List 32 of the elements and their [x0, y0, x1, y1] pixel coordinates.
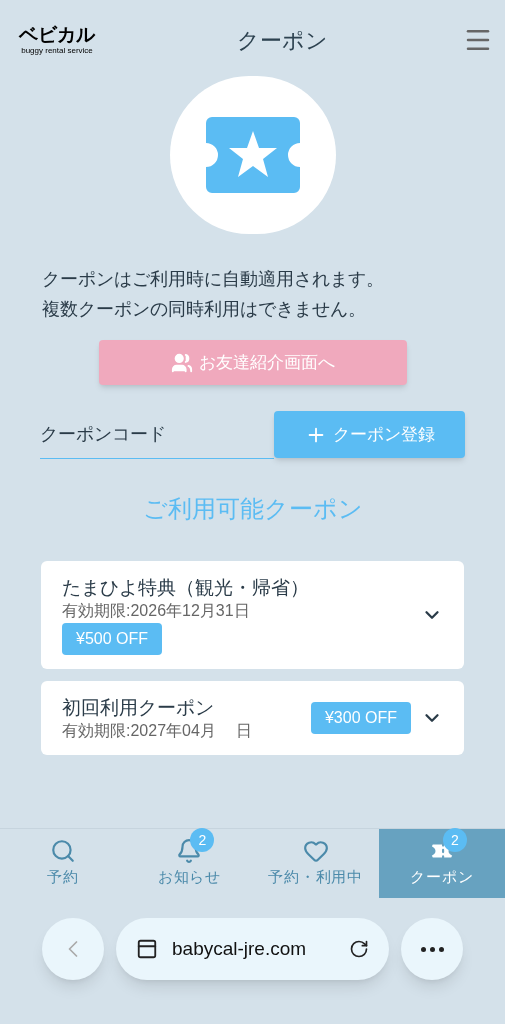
- register-button[interactable]: クーポン登録: [274, 411, 465, 458]
- referral-button[interactable]: お友達紹介画面へ: [98, 340, 407, 385]
- address-bar[interactable]: babycal-jre.com: [116, 918, 389, 980]
- notice-text: 複数クーポンの同時利用はできません。: [42, 298, 366, 321]
- coupon-card[interactable]: 初回利用クーポン 有効期限:2027年04月 日 ¥300 OFF: [41, 681, 464, 755]
- expiry-date: 有効期限:2027年04月 日: [62, 721, 254, 741]
- heart-icon: [302, 838, 329, 865]
- section-title: ご利用可能クーポン: [141, 494, 364, 524]
- notice-text: クーポンはご利用時に自動適用されます。: [42, 268, 384, 291]
- discount-badge: ¥500 OFF: [62, 623, 163, 655]
- nav-tab[interactable]: 予約・利用中: [252, 829, 379, 898]
- expiry-date: 有効期限:2026年12月31日: [62, 601, 251, 621]
- page-icon: [136, 938, 158, 960]
- coupon-card[interactable]: たまひよ特典（観光・帰省） 有効期限:2026年12月31日 ¥500 OFF: [41, 561, 464, 669]
- logo-tagline: buggy rental service: [21, 47, 93, 55]
- coupon-name: たまひよ特典（観光・帰省）: [62, 576, 310, 600]
- count-badge: 2: [442, 828, 467, 853]
- logo-text: ベビカル: [19, 25, 95, 44]
- discount-badge: ¥300 OFF: [310, 702, 411, 734]
- more-icon: [420, 946, 444, 952]
- nav-tab[interactable]: 2 クーポン: [378, 829, 505, 898]
- nav-tab[interactable]: 2 お知らせ: [126, 829, 253, 898]
- count-badge: 2: [190, 828, 215, 853]
- nav-tab[interactable]: 予約: [0, 829, 127, 898]
- reload-icon[interactable]: [349, 939, 369, 959]
- ticket-star-icon: [205, 117, 300, 193]
- page-title: クーポン: [237, 26, 328, 55]
- coupon-name: 初回利用クーポン: [62, 696, 215, 720]
- url-text: babycal-jre.com: [172, 936, 308, 961]
- search-icon: [50, 838, 77, 865]
- people-icon: [170, 351, 193, 374]
- coupon-code-field[interactable]: クーポンコード: [40, 411, 274, 459]
